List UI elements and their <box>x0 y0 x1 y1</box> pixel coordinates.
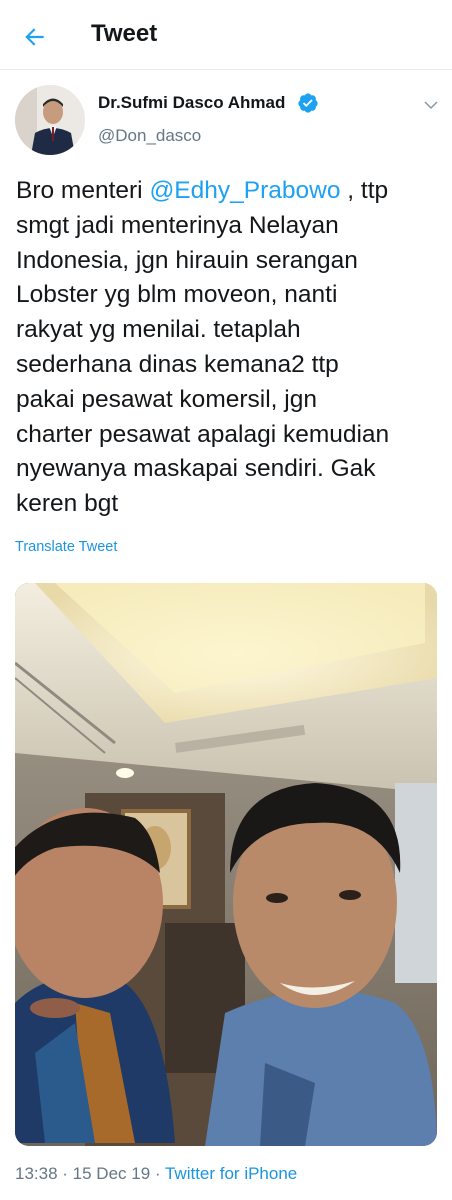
verified-badge-icon <box>298 93 318 113</box>
tweet-line: rakyat yg menilai. tetaplah <box>16 316 301 344</box>
tweet-line: pakai pesawat komersil, jgn <box>16 385 317 413</box>
tweet-meta: 13:38 · 15 Dec 19 · Twitter for iPhone <box>15 1164 298 1183</box>
mention-link[interactable]: @Edhy_Prabowo <box>149 177 340 204</box>
tweet-date: 15 Dec 19 <box>72 1164 151 1183</box>
tweet-line: keren bgt <box>16 490 119 518</box>
translate-tweet-link[interactable]: Translate Tweet <box>15 539 117 555</box>
tweet-source-link[interactable]: Twitter for iPhone <box>165 1164 297 1183</box>
tweet-line: smgt jadi menterinya Nelayan <box>16 211 339 239</box>
page-title: Tweet <box>91 20 158 47</box>
back-button[interactable] <box>18 20 52 54</box>
tweet-line: nyewanya maskapai sendiri. Gak <box>16 455 376 483</box>
tweet-menu-button[interactable] <box>418 92 444 118</box>
tweet-photo[interactable] <box>15 583 437 1146</box>
author-handle[interactable]: @Don_dasco <box>98 126 201 146</box>
tweet-line: Indonesia, jgn hirauin serangan <box>16 246 358 274</box>
tweet-line: sederhana dinas kemana2 ttp <box>16 350 339 378</box>
tweet-time: 13:38 <box>15 1164 58 1183</box>
top-bar: Tweet <box>0 0 452 70</box>
arrow-left-icon <box>25 28 44 46</box>
tweet-line: Bro menteri @Edhy_Prabowo , ttp <box>16 177 389 204</box>
avatar[interactable] <box>15 85 85 155</box>
tweet-line: Lobster yg blm moveon, nanti <box>16 281 338 309</box>
chevron-down-icon <box>424 101 438 110</box>
author-name[interactable]: Dr.Sufmi Dasco Ahmad <box>98 93 285 113</box>
tweet-line: charter pesawat apalagi kemudian <box>16 420 390 448</box>
tweet-text: Bro menteri @Edhy_Prabowo , ttp smgt jad… <box>16 174 441 522</box>
